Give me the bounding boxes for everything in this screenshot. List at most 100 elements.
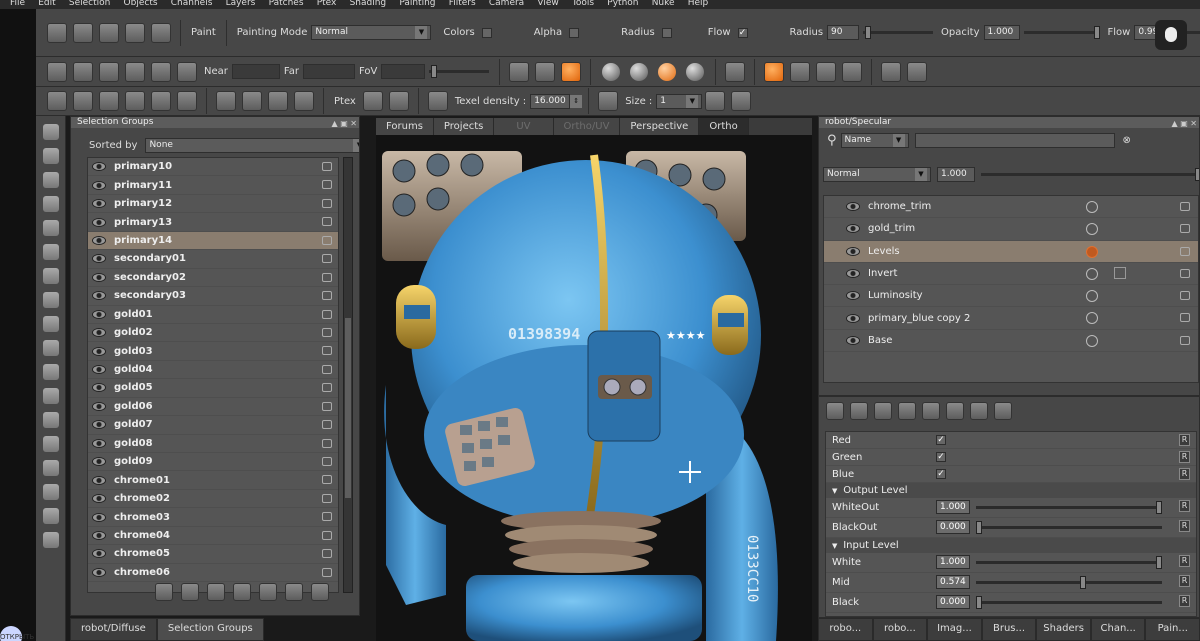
panel-buttons[interactable]: ▲ ▣ ✕ bbox=[332, 118, 358, 129]
transform-icon[interactable] bbox=[881, 61, 902, 82]
radius-slider[interactable] bbox=[863, 26, 934, 39]
lock-icon[interactable] bbox=[1180, 291, 1190, 301]
menu-ptex[interactable]: Ptex bbox=[317, 0, 337, 8]
eye-icon[interactable] bbox=[846, 291, 860, 301]
selection-group-row[interactable]: secondary03 bbox=[88, 287, 338, 306]
opacity-slider[interactable] bbox=[1023, 26, 1100, 39]
add-adjustment-icon[interactable] bbox=[850, 402, 868, 420]
stepper-icon[interactable]: ⇕ bbox=[570, 94, 583, 108]
sharpen-tool-icon[interactable] bbox=[43, 532, 59, 548]
slider-thumb[interactable] bbox=[976, 521, 982, 534]
lock-icon[interactable] bbox=[1180, 268, 1190, 278]
menu-painting[interactable]: Painting bbox=[399, 0, 435, 8]
eye-icon[interactable] bbox=[92, 199, 106, 209]
slider-thumb[interactable] bbox=[1156, 501, 1162, 514]
menu-tools[interactable]: Tools bbox=[572, 0, 594, 8]
eye-icon[interactable] bbox=[846, 202, 860, 212]
add-paint-layer-icon[interactable] bbox=[874, 402, 892, 420]
clear-search-icon[interactable]: ⊗ bbox=[1123, 135, 1131, 146]
menu-shading[interactable]: Shading bbox=[350, 0, 387, 8]
size-select[interactable]: 1 ▼ bbox=[656, 93, 703, 109]
selection-group-row[interactable]: chrome06 bbox=[88, 564, 338, 583]
selection-group-row[interactable]: gold08 bbox=[88, 435, 338, 453]
fov-slider[interactable] bbox=[429, 65, 490, 78]
lasso-icon[interactable] bbox=[125, 91, 145, 111]
lock-icon[interactable] bbox=[322, 346, 332, 356]
new-file-icon[interactable] bbox=[47, 22, 67, 43]
selection-group-row[interactable]: gold01 bbox=[88, 306, 338, 324]
lock-icon[interactable] bbox=[322, 291, 332, 301]
smear-tool-icon[interactable] bbox=[43, 388, 59, 404]
hide-icon[interactable] bbox=[242, 91, 262, 111]
lock-icon[interactable] bbox=[322, 235, 332, 245]
list-scrollbar[interactable] bbox=[343, 157, 353, 593]
eraser-tool-icon[interactable] bbox=[43, 412, 59, 428]
marquee-icon[interactable] bbox=[177, 91, 197, 111]
menu-file[interactable]: File bbox=[10, 0, 25, 8]
eye-icon[interactable] bbox=[846, 269, 860, 279]
wireframe-icon[interactable] bbox=[725, 61, 746, 82]
texel-density-input[interactable]: 16.000 bbox=[530, 93, 571, 109]
lock-icon[interactable] bbox=[322, 309, 332, 319]
selection-group-row[interactable]: gold05 bbox=[88, 379, 338, 398]
selection-group-row[interactable]: chrome02 bbox=[88, 490, 338, 509]
white-slider[interactable] bbox=[976, 556, 1162, 569]
reset-blue-button[interactable]: R bbox=[1179, 468, 1190, 480]
layer-row[interactable]: Levels bbox=[824, 240, 1198, 263]
shader-icon[interactable] bbox=[509, 61, 530, 82]
hide-group-icon[interactable] bbox=[285, 583, 303, 601]
lock-icon[interactable] bbox=[322, 457, 332, 466]
back-arrow-icon[interactable] bbox=[47, 91, 67, 111]
tab-projects[interactable]: Projects bbox=[433, 118, 495, 135]
selection-group-row[interactable]: secondary02 bbox=[88, 269, 338, 288]
lock-icon[interactable] bbox=[1180, 224, 1190, 234]
selection-group-row[interactable]: primary11 bbox=[88, 176, 338, 195]
shader-alt-icon[interactable] bbox=[535, 61, 556, 82]
slider-thumb[interactable] bbox=[976, 596, 982, 609]
merge-layer-icon[interactable] bbox=[946, 402, 964, 420]
ptex-alt-icon[interactable] bbox=[388, 91, 409, 111]
tab-robot-2[interactable]: robo... bbox=[872, 618, 928, 641]
flat-shade-icon[interactable] bbox=[125, 61, 145, 82]
3d-viewport[interactable]: 01398394 ★★★★ 0133CC10 bbox=[376, 135, 812, 641]
layer-mask-icon[interactable] bbox=[1114, 266, 1126, 279]
eye-icon[interactable] bbox=[92, 180, 106, 190]
mid-input[interactable]: 0.574 bbox=[936, 575, 970, 589]
lock-icon[interactable] bbox=[322, 549, 332, 559]
clone-tool-icon[interactable] bbox=[43, 364, 59, 380]
blackout-slider[interactable] bbox=[976, 521, 1162, 534]
unlock-icon[interactable] bbox=[259, 583, 277, 601]
menu-selection[interactable]: Selection bbox=[69, 0, 110, 8]
eye-icon[interactable] bbox=[92, 530, 106, 540]
selection-group-row[interactable]: primary10 bbox=[88, 158, 338, 177]
near-input[interactable] bbox=[231, 64, 280, 79]
dodge-tool-icon[interactable] bbox=[43, 484, 59, 500]
fill-tool-icon[interactable] bbox=[43, 460, 59, 476]
menu-objects[interactable]: Objects bbox=[124, 0, 158, 8]
slider-thumb[interactable] bbox=[1093, 26, 1100, 39]
reset-mid-button[interactable]: R bbox=[1179, 575, 1190, 587]
layer-row[interactable]: primary_blue copy 2 bbox=[824, 307, 1198, 330]
tab-painting[interactable]: Pain... bbox=[1145, 618, 1200, 641]
selection-group-row[interactable]: gold03 bbox=[88, 342, 338, 361]
pivot-icon[interactable] bbox=[764, 61, 785, 82]
tab-images[interactable]: Imag... bbox=[927, 618, 982, 641]
selection-group-row[interactable]: chrome03 bbox=[88, 508, 338, 527]
eye-icon[interactable] bbox=[92, 162, 106, 172]
output-level-section[interactable]: ▼ Output Level bbox=[826, 483, 1196, 498]
reset-black-button[interactable]: R bbox=[1179, 595, 1190, 607]
selection-group-row[interactable]: secondary01 bbox=[88, 250, 338, 269]
reset-green-button[interactable]: R bbox=[1179, 451, 1190, 463]
scrollbar-thumb[interactable] bbox=[345, 318, 351, 498]
axis-icon[interactable] bbox=[816, 61, 837, 82]
filter-select[interactable]: Name ▼ bbox=[840, 133, 909, 148]
copy-icon[interactable] bbox=[705, 91, 726, 111]
paste-icon[interactable] bbox=[731, 91, 752, 111]
add-group-layer-icon[interactable] bbox=[922, 402, 940, 420]
slider-thumb[interactable] bbox=[865, 26, 872, 39]
painting-mode-select[interactable]: Normal ▼ bbox=[311, 25, 432, 40]
eye-icon[interactable] bbox=[92, 512, 106, 522]
eye-icon[interactable] bbox=[92, 494, 106, 504]
eye-icon[interactable] bbox=[92, 217, 106, 227]
tab-brushes[interactable]: Brus... bbox=[981, 618, 1037, 641]
